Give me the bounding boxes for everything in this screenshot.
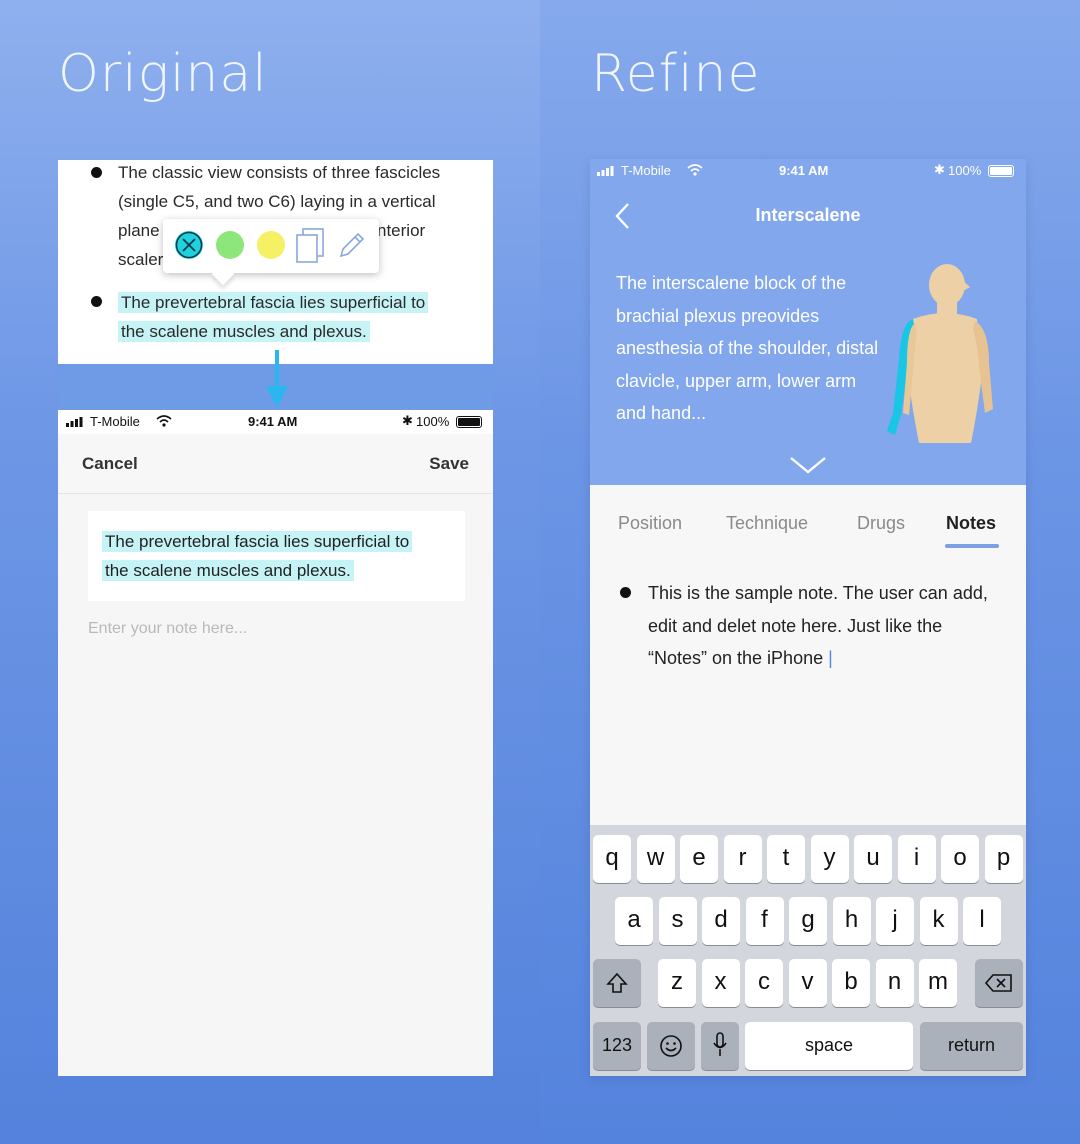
emoji-key[interactable] xyxy=(647,1022,695,1070)
procedure-description: The interscalene block of the brachial p… xyxy=(616,273,879,423)
status-bar: T-Mobile 9:41 AM ✱ 100% xyxy=(58,410,493,434)
note-nav-bar: Cancel Save xyxy=(58,434,493,494)
key-w[interactable]: w xyxy=(636,835,675,883)
dictation-key[interactable] xyxy=(701,1022,739,1070)
note-text: This is the sample note. The user can ad… xyxy=(648,583,988,668)
space-key[interactable]: space xyxy=(745,1022,913,1070)
save-button[interactable]: Save xyxy=(429,454,469,474)
key-l[interactable]: l xyxy=(963,897,1001,945)
key-m[interactable]: m xyxy=(919,959,957,1007)
carrier-label: T-Mobile xyxy=(90,414,140,429)
key-h[interactable]: h xyxy=(832,897,871,945)
key-z[interactable]: z xyxy=(658,959,696,1007)
key-a[interactable]: a xyxy=(615,897,653,945)
tab-notes[interactable]: Notes xyxy=(946,513,996,534)
page-title: Interscalene xyxy=(755,205,861,225)
key-g[interactable]: g xyxy=(789,897,827,945)
highlighted-bullet-text[interactable]: The prevertebral fascia lies superficial… xyxy=(118,288,478,346)
text-cursor: | xyxy=(823,648,833,668)
copy-icon[interactable] xyxy=(295,227,327,265)
bluetooth-icon: ✱ xyxy=(934,162,945,177)
note-input[interactable]: Enter your note here... xyxy=(88,620,247,638)
key-p[interactable]: p xyxy=(984,835,1023,883)
key-c[interactable]: c xyxy=(745,959,783,1007)
key-q[interactable]: q xyxy=(593,835,631,883)
body-figure-illustration xyxy=(887,264,993,443)
clock: 9:41 AM xyxy=(779,163,829,178)
backspace-icon xyxy=(984,974,1012,992)
quoted-highlight-card: The prevertebral fascia lies superficial… xyxy=(88,511,465,601)
key-r[interactable]: r xyxy=(723,835,762,883)
pencil-icon[interactable] xyxy=(335,229,367,261)
arrow-down-icon xyxy=(266,350,288,408)
key-t[interactable]: t xyxy=(767,835,805,883)
signal-icon xyxy=(597,166,614,176)
clear-highlight-swatch[interactable] xyxy=(175,231,203,259)
key-n[interactable]: n xyxy=(875,959,914,1007)
key-f[interactable]: f xyxy=(745,897,784,945)
bullet-dot xyxy=(91,296,102,307)
bullet-dot xyxy=(91,167,102,178)
refine-note-screen: T-Mobile 9:41 AM ✱ 100% Interscalene The… xyxy=(590,159,1026,1076)
shift-icon xyxy=(606,972,628,993)
backspace-key[interactable] xyxy=(975,959,1023,1007)
shift-key[interactable] xyxy=(593,959,641,1007)
note-editor[interactable]: This is the sample note. The user can ad… xyxy=(648,577,993,675)
battery-icon xyxy=(456,416,482,428)
bullet-dot xyxy=(620,587,631,598)
key-u[interactable]: u xyxy=(854,835,892,883)
clock: 9:41 AM xyxy=(248,414,298,429)
key-d[interactable]: d xyxy=(702,897,740,945)
numbers-key[interactable]: 123 xyxy=(593,1022,641,1070)
key-s[interactable]: s xyxy=(658,897,697,945)
close-icon xyxy=(175,231,203,259)
bluetooth-icon: ✱ xyxy=(402,413,413,428)
procedure-tabs: Position Technique Drugs Notes xyxy=(590,485,1026,555)
tab-position[interactable]: Position xyxy=(618,513,682,534)
highlight-popover xyxy=(163,219,379,273)
onscreen-keyboard: q w e r t y u i o p a s d f g h j k l z x c v b n m 123 space return xyxy=(590,825,1026,1076)
wifi-icon xyxy=(156,415,172,427)
signal-icon xyxy=(66,417,83,427)
tab-drugs[interactable]: Drugs xyxy=(857,513,905,534)
battery-percent: 100% xyxy=(948,163,982,178)
green-highlight-swatch[interactable] xyxy=(216,231,244,259)
refine-heading: Refine xyxy=(591,44,761,104)
key-i[interactable]: i xyxy=(897,835,936,883)
key-y[interactable]: y xyxy=(810,835,849,883)
return-key[interactable]: return xyxy=(920,1022,1023,1070)
status-bar: T-Mobile 9:41 AM ✱ 100% xyxy=(590,159,1026,183)
active-tab-indicator xyxy=(945,544,999,548)
quote-line: the scalene muscles and plexus. xyxy=(102,560,354,581)
key-x[interactable]: x xyxy=(701,959,740,1007)
microphone-icon xyxy=(713,1032,727,1056)
procedure-header: T-Mobile 9:41 AM ✱ 100% Interscalene The… xyxy=(590,159,1026,485)
quote-line: The prevertebral fascia lies superficial… xyxy=(102,531,413,552)
battery-percent: 100% xyxy=(416,414,450,429)
key-b[interactable]: b xyxy=(832,959,870,1007)
yellow-highlight-swatch[interactable] xyxy=(257,231,285,259)
cancel-button[interactable]: Cancel xyxy=(82,454,138,474)
original-note-screen: T-Mobile 9:41 AM ✱ 100% Cancel Save The … xyxy=(58,410,493,1076)
original-heading: Original xyxy=(58,44,268,104)
key-k[interactable]: k xyxy=(919,897,958,945)
key-j[interactable]: j xyxy=(876,897,914,945)
key-o[interactable]: o xyxy=(941,835,979,883)
wifi-icon xyxy=(687,164,703,176)
emoji-icon xyxy=(660,1035,682,1057)
chevron-down-icon[interactable] xyxy=(789,455,827,475)
tab-technique[interactable]: Technique xyxy=(726,513,808,534)
battery-icon xyxy=(988,165,1014,177)
carrier-label: T-Mobile xyxy=(621,163,671,178)
key-v[interactable]: v xyxy=(788,959,827,1007)
key-e[interactable]: e xyxy=(680,835,718,883)
